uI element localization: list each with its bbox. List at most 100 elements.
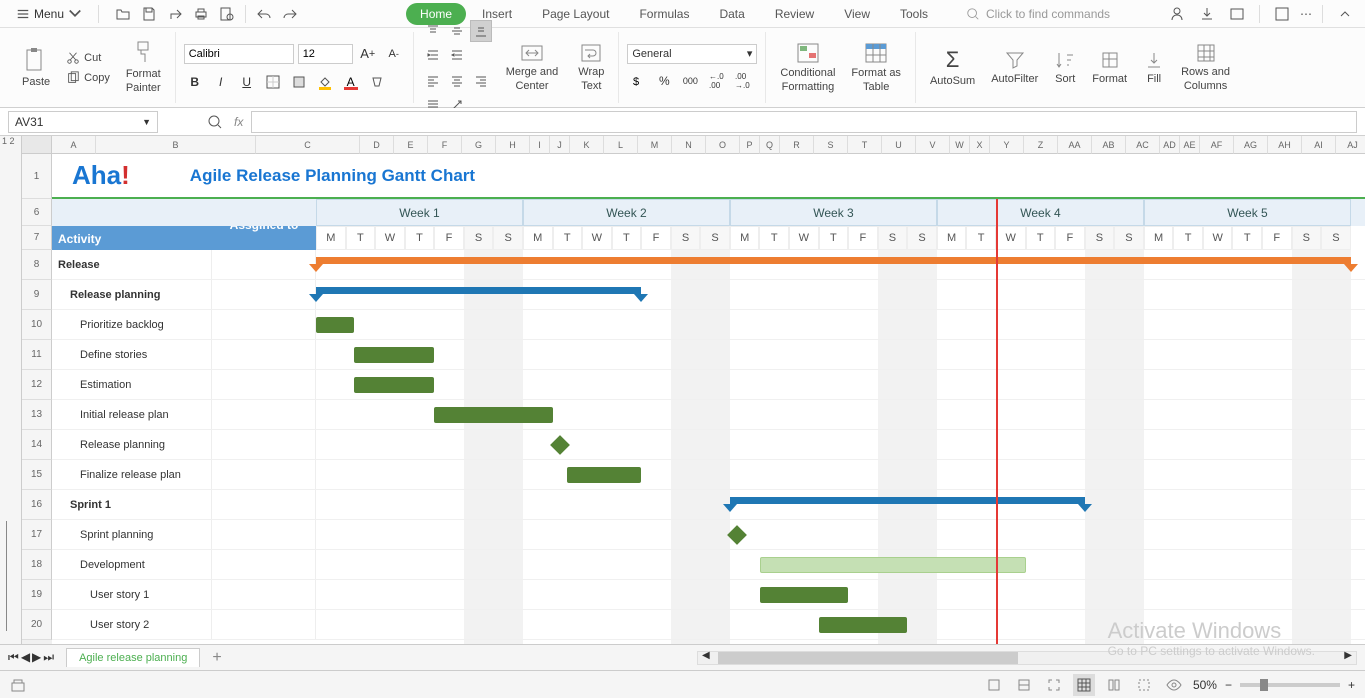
task-bar[interactable] bbox=[760, 557, 1026, 573]
prev-sheet-icon[interactable]: ◀ bbox=[21, 650, 30, 665]
collapse-ribbon-icon[interactable] bbox=[1333, 2, 1357, 26]
copy-button[interactable]: Copy bbox=[60, 69, 116, 87]
column-header[interactable]: J bbox=[550, 136, 570, 154]
view-read-icon[interactable] bbox=[1013, 674, 1035, 696]
row-header[interactable]: 9 bbox=[22, 280, 52, 310]
column-header[interactable]: T bbox=[848, 136, 882, 154]
currency-icon[interactable]: $ bbox=[627, 70, 649, 92]
increase-decimal-icon[interactable]: ←.0.00 bbox=[705, 70, 727, 92]
row-header[interactable]: 17 bbox=[22, 520, 52, 550]
status-icon[interactable] bbox=[10, 677, 26, 693]
align-center-icon[interactable] bbox=[446, 70, 468, 92]
bold-icon[interactable]: B bbox=[184, 71, 206, 93]
column-header[interactable]: AH bbox=[1268, 136, 1302, 154]
format-as-table-button[interactable]: Format as Table bbox=[845, 39, 907, 95]
milestone[interactable] bbox=[727, 525, 747, 545]
sheet-tab-active[interactable]: Agile release planning bbox=[66, 648, 200, 667]
add-sheet-icon[interactable]: + bbox=[204, 649, 229, 667]
select-all-corner[interactable] bbox=[22, 136, 52, 154]
first-sheet-icon[interactable]: ⏮ bbox=[8, 650, 19, 665]
horizontal-scrollbar[interactable]: ◀ ▶ bbox=[697, 651, 1357, 665]
ellipsis-icon[interactable]: ⋯ bbox=[1300, 7, 1312, 21]
redo-icon[interactable] bbox=[278, 2, 302, 26]
zoom-cells-icon[interactable] bbox=[204, 111, 226, 133]
row-header[interactable]: 18 bbox=[22, 550, 52, 580]
align-left-icon[interactable] bbox=[422, 70, 444, 92]
comma-icon[interactable]: 000 bbox=[679, 70, 701, 92]
eye-icon[interactable] bbox=[1163, 674, 1185, 696]
last-sheet-icon[interactable]: ⏭ bbox=[43, 650, 54, 665]
row-header[interactable]: 8 bbox=[22, 250, 52, 280]
view-smart-icon[interactable] bbox=[983, 674, 1005, 696]
scrollbar-thumb[interactable] bbox=[718, 652, 1018, 664]
row-header[interactable]: 14 bbox=[22, 430, 52, 460]
column-header[interactable]: Z bbox=[1024, 136, 1058, 154]
next-sheet-icon[interactable]: ▶ bbox=[32, 650, 41, 665]
formula-input[interactable] bbox=[251, 111, 1357, 133]
fx-icon[interactable]: fx bbox=[234, 115, 243, 129]
increase-font-icon[interactable]: A+ bbox=[357, 43, 379, 65]
row-header[interactable]: 7 bbox=[22, 226, 52, 250]
task-bar[interactable] bbox=[354, 347, 434, 363]
view-fullscreen-icon[interactable] bbox=[1043, 674, 1065, 696]
column-header[interactable]: P bbox=[740, 136, 760, 154]
view-mode-icon[interactable] bbox=[1270, 2, 1294, 26]
column-header[interactable]: N bbox=[672, 136, 706, 154]
view-normal-icon[interactable] bbox=[1073, 674, 1095, 696]
name-box[interactable]: AV31▼ bbox=[8, 111, 158, 133]
column-header[interactable]: AG bbox=[1234, 136, 1268, 154]
save-icon[interactable] bbox=[137, 2, 161, 26]
zoom-in-icon[interactable]: + bbox=[1348, 678, 1355, 692]
column-header[interactable]: AI bbox=[1302, 136, 1336, 154]
cut-button[interactable]: Cut bbox=[60, 49, 116, 67]
column-header[interactable]: X bbox=[970, 136, 990, 154]
print-preview-icon[interactable] bbox=[215, 2, 239, 26]
row-header[interactable]: 13 bbox=[22, 400, 52, 430]
tab-view[interactable]: View bbox=[830, 3, 884, 25]
open-icon[interactable] bbox=[111, 2, 135, 26]
clear-format-icon[interactable] bbox=[366, 71, 388, 93]
row-header[interactable]: 11 bbox=[22, 340, 52, 370]
zoom-slider[interactable] bbox=[1240, 683, 1340, 687]
column-header[interactable]: AD bbox=[1160, 136, 1180, 154]
column-header[interactable]: AB bbox=[1092, 136, 1126, 154]
share-icon[interactable] bbox=[163, 2, 187, 26]
format-button[interactable]: Format bbox=[1086, 40, 1133, 94]
tab-formulas[interactable]: Formulas bbox=[625, 3, 703, 25]
column-header[interactable]: B bbox=[96, 136, 256, 154]
grid[interactable]: Aha! Agile Release Planning Gantt Chart … bbox=[52, 154, 1365, 644]
fill-color-icon[interactable] bbox=[314, 71, 336, 93]
column-header[interactable]: R bbox=[780, 136, 814, 154]
column-header[interactable]: H bbox=[496, 136, 530, 154]
column-header[interactable]: AF bbox=[1200, 136, 1234, 154]
view-page-icon[interactable] bbox=[1103, 674, 1125, 696]
column-header[interactable]: AE bbox=[1180, 136, 1200, 154]
task-bar[interactable] bbox=[434, 407, 552, 423]
fill-button[interactable]: Fill bbox=[1137, 40, 1171, 94]
row-header[interactable]: 15 bbox=[22, 460, 52, 490]
sort-button[interactable]: Sort bbox=[1048, 40, 1082, 94]
percent-icon[interactable]: % bbox=[653, 70, 675, 92]
column-header[interactable]: AA bbox=[1058, 136, 1092, 154]
row-header[interactable]: 19 bbox=[22, 580, 52, 610]
underline-icon[interactable]: U bbox=[236, 71, 258, 93]
font-size-select[interactable] bbox=[298, 44, 353, 64]
zoom-value[interactable]: 50% bbox=[1193, 678, 1217, 692]
column-header[interactable]: W bbox=[950, 136, 970, 154]
column-header[interactable]: K bbox=[570, 136, 604, 154]
decrease-decimal-icon[interactable]: .00→.0 bbox=[731, 70, 753, 92]
column-header[interactable]: U bbox=[882, 136, 916, 154]
column-header[interactable]: I bbox=[530, 136, 550, 154]
format-painter-button[interactable]: Format Painter bbox=[120, 38, 167, 96]
column-header[interactable]: AC bbox=[1126, 136, 1160, 154]
menu-button[interactable]: Menu bbox=[8, 4, 90, 24]
column-header[interactable]: M bbox=[638, 136, 672, 154]
decrease-font-icon[interactable]: A- bbox=[383, 43, 405, 65]
milestone[interactable] bbox=[550, 435, 570, 455]
task-bar[interactable] bbox=[567, 467, 641, 483]
align-bottom-icon[interactable] bbox=[470, 20, 492, 42]
row-header[interactable]: 12 bbox=[22, 370, 52, 400]
merge-center-button[interactable]: Merge and Center bbox=[500, 40, 565, 94]
border-icon[interactable] bbox=[262, 71, 284, 93]
increase-indent-icon[interactable] bbox=[422, 44, 444, 66]
